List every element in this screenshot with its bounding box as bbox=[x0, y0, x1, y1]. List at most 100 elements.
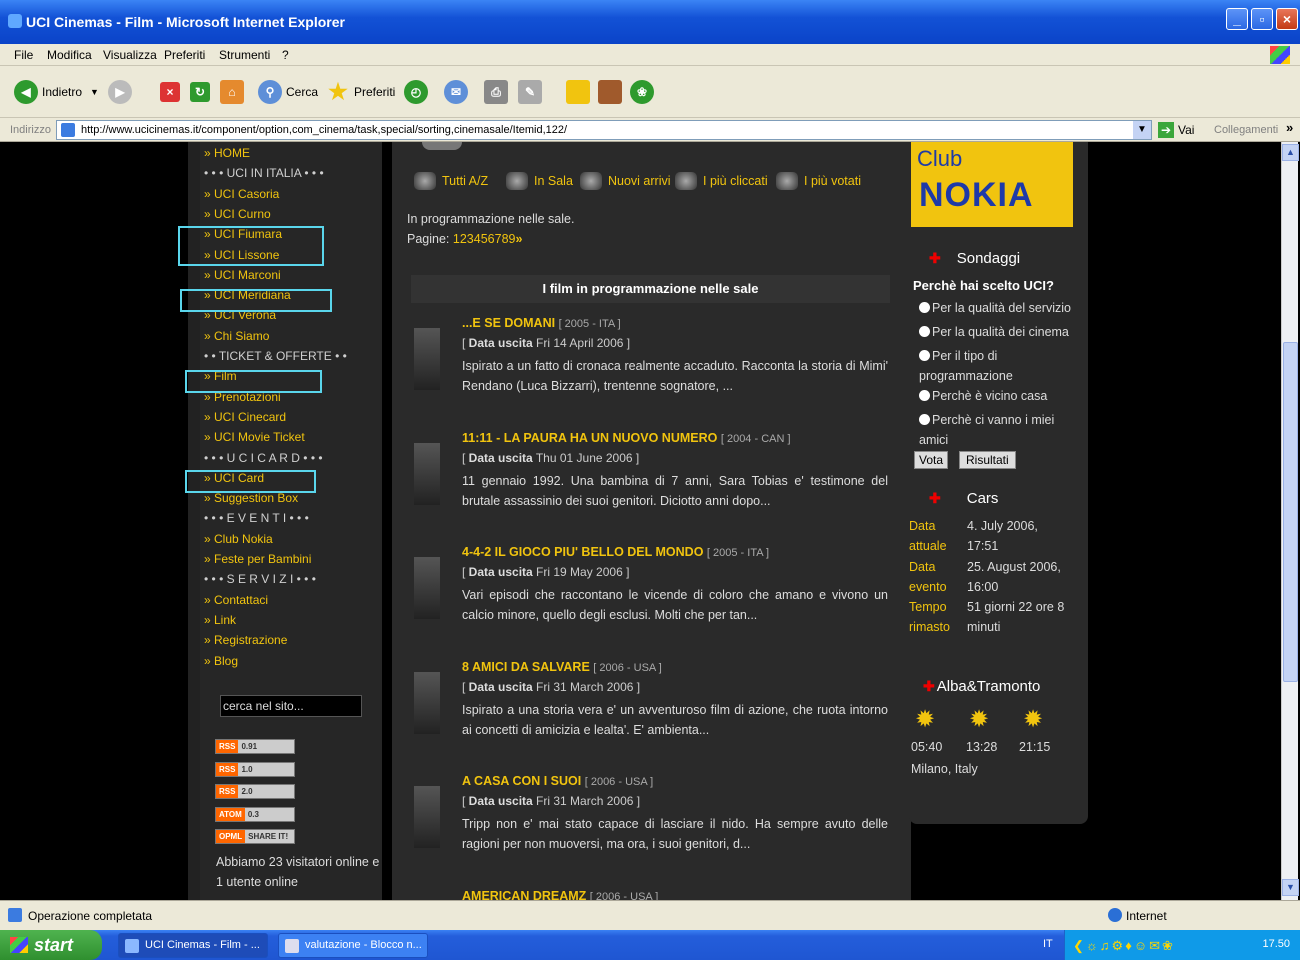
radio-button[interactable] bbox=[919, 302, 930, 313]
radio-button[interactable] bbox=[919, 350, 930, 361]
club-nokia-banner[interactable]: Club NOKIA bbox=[911, 142, 1073, 227]
filter-link[interactable]: I più votati bbox=[776, 172, 861, 190]
mail-button[interactable]: ✉ bbox=[444, 78, 472, 106]
notepad-icon bbox=[285, 939, 299, 953]
poll-option[interactable]: Per la qualità del servizio bbox=[919, 298, 1079, 318]
tray-icons[interactable]: ❮☼♫⚙♦☺✉❀ bbox=[1073, 938, 1175, 954]
filter-link[interactable]: Nuovi arrivi bbox=[580, 172, 671, 190]
search-input[interactable]: cerca nel sito... bbox=[220, 695, 362, 717]
language-indicator[interactable]: IT bbox=[1043, 938, 1053, 950]
vote-button[interactable]: Vota bbox=[914, 451, 949, 469]
filter-link[interactable]: I più cliccati bbox=[675, 172, 768, 190]
nav-link[interactable]: » Registrazione bbox=[204, 633, 287, 647]
research-button[interactable] bbox=[598, 78, 626, 106]
close-button[interactable]: × bbox=[1276, 8, 1298, 30]
feed-badge[interactable]: RSS 1.0 bbox=[215, 761, 295, 777]
nav-link[interactable]: » Blog bbox=[204, 654, 238, 668]
film-poster[interactable] bbox=[414, 671, 440, 734]
filter-link[interactable]: Tutti A/Z bbox=[414, 172, 488, 190]
film-poster[interactable] bbox=[414, 442, 440, 505]
page-link[interactable]: » bbox=[515, 232, 522, 246]
nav-link[interactable]: » Suggestion Box bbox=[204, 491, 298, 505]
page-link[interactable]: 6 bbox=[488, 232, 495, 246]
task-notepad[interactable]: valutazione - Blocco n... bbox=[278, 933, 428, 958]
radio-button[interactable] bbox=[919, 390, 930, 401]
film-poster[interactable] bbox=[414, 328, 440, 390]
edit-button[interactable]: ✎ bbox=[518, 78, 546, 106]
menu-strumenti[interactable]: Strumenti bbox=[219, 48, 270, 62]
page-link[interactable]: 3 bbox=[467, 232, 474, 246]
nav-link[interactable]: » UCI Curno bbox=[204, 207, 271, 221]
forward-button[interactable]: ▶ bbox=[108, 78, 136, 106]
back-arrow-icon: ◀ bbox=[14, 80, 38, 104]
radio-button[interactable] bbox=[919, 414, 930, 425]
poll-option[interactable]: Perchè ci vanno i miei amici bbox=[919, 410, 1079, 450]
page-link[interactable]: 8 bbox=[502, 232, 509, 246]
history-button[interactable]: ◴ bbox=[404, 78, 432, 106]
stop-button[interactable]: × bbox=[160, 78, 184, 106]
film-title[interactable]: AMERICAN DREAMZ bbox=[462, 889, 586, 901]
filter-link[interactable]: In Sala bbox=[506, 172, 573, 190]
address-input[interactable]: http://www.ucicinemas.it/component/optio… bbox=[56, 120, 1152, 140]
menu-visualizza[interactable]: Visualizza bbox=[103, 48, 157, 62]
radio-button[interactable] bbox=[919, 326, 930, 337]
nav-link[interactable]: » UCI Movie Ticket bbox=[204, 430, 305, 444]
back-button[interactable]: ◀ Indietro ▼ bbox=[14, 78, 99, 106]
film-date: [ Data uscita Fri 19 May 2006 ] bbox=[462, 565, 630, 579]
film-title[interactable]: ...E SE DOMANI bbox=[462, 316, 555, 330]
page-link[interactable]: 1 bbox=[453, 232, 460, 246]
film-title[interactable]: 8 AMICI DA SALVARE bbox=[462, 660, 590, 674]
poll-option[interactable]: Perchè è vicino casa bbox=[919, 386, 1079, 406]
page-link[interactable]: 7 bbox=[495, 232, 502, 246]
nav-link[interactable]: » UCI Marconi bbox=[204, 268, 281, 282]
go-button[interactable]: ➔ Vai bbox=[1158, 122, 1194, 138]
film-poster[interactable] bbox=[414, 786, 440, 848]
film-title[interactable]: 11:11 - LA PAURA HA UN NUOVO NUMERO bbox=[462, 431, 717, 445]
nav-link[interactable]: » Club Nokia bbox=[204, 532, 273, 546]
left-sidebar: » HOME • • • UCI IN ITALIA • • • » UCI Cas… bbox=[178, 142, 382, 900]
chevron-down-icon[interactable]: ▼ bbox=[1133, 121, 1151, 139]
page-link[interactable]: 4 bbox=[474, 232, 481, 246]
minimize-button[interactable]: _ bbox=[1226, 8, 1248, 30]
feed-badge[interactable]: RSS 0.91 bbox=[215, 739, 295, 754]
vertical-scrollbar[interactable]: ▲ ▼ bbox=[1281, 142, 1299, 900]
scroll-down-icon[interactable]: ▼ bbox=[1282, 879, 1299, 896]
task-uci-cinemas[interactable]: UCI Cinemas - Film - ... bbox=[118, 933, 268, 958]
menu-file[interactable]: File bbox=[14, 48, 33, 62]
maximize-button[interactable]: ▫ bbox=[1251, 8, 1273, 30]
discuss-button[interactable] bbox=[566, 78, 594, 106]
nav-link[interactable]: » Contattaci bbox=[204, 593, 268, 607]
poll-option[interactable]: Per la qualità dei cinema bbox=[919, 322, 1079, 342]
nav-link[interactable]: » Chi Siamo bbox=[204, 329, 269, 343]
print-button[interactable]: ⎙ bbox=[484, 78, 512, 106]
poll-option[interactable]: Per il tipo di programmazione bbox=[919, 346, 1079, 386]
scroll-thumb[interactable] bbox=[1283, 342, 1298, 682]
nav-link[interactable]: » HOME bbox=[204, 146, 250, 160]
page-link[interactable]: 5 bbox=[481, 232, 488, 246]
start-button[interactable]: start bbox=[0, 930, 102, 960]
menu-preferiti[interactable]: Preferiti bbox=[164, 48, 205, 62]
film-title[interactable]: A CASA CON I SUOI bbox=[462, 774, 581, 788]
page-link[interactable]: 2 bbox=[460, 232, 467, 246]
menu-help[interactable]: ? bbox=[282, 48, 289, 62]
home-button[interactable]: ⌂ bbox=[220, 78, 248, 106]
refresh-button[interactable]: ↻ bbox=[190, 78, 214, 106]
scroll-up-icon[interactable]: ▲ bbox=[1282, 144, 1299, 161]
feed-badge[interactable]: RSS 2.0 bbox=[215, 784, 295, 799]
countdown-label: Data evento bbox=[909, 559, 947, 594]
favorites-button[interactable]: ★ Preferiti bbox=[326, 78, 395, 106]
film-title[interactable]: 4-4-2 IL GIOCO PIU' BELLO DEL MONDO bbox=[462, 545, 703, 559]
links-toolbar[interactable]: Collegamenti bbox=[1214, 124, 1278, 136]
feed-badge[interactable]: ATOM 0.3 bbox=[215, 806, 295, 822]
menu-modifica[interactable]: Modifica bbox=[47, 48, 92, 62]
film-poster[interactable] bbox=[414, 557, 440, 619]
search-button[interactable]: ⚲ Cerca bbox=[258, 78, 318, 106]
chevron-right-icon[interactable]: » bbox=[1286, 120, 1293, 135]
nav-link[interactable]: » UCI Casoria bbox=[204, 187, 279, 201]
nav-link[interactable]: » Feste per Bambini bbox=[204, 552, 311, 566]
results-button[interactable]: Risultati bbox=[959, 451, 1016, 469]
messenger-button[interactable]: ❀ bbox=[630, 78, 658, 106]
nav-link[interactable]: » Link bbox=[204, 613, 236, 627]
feed-badge[interactable]: OPML SHARE IT! bbox=[215, 829, 295, 844]
nav-link[interactable]: » UCI Cinecard bbox=[204, 410, 286, 424]
